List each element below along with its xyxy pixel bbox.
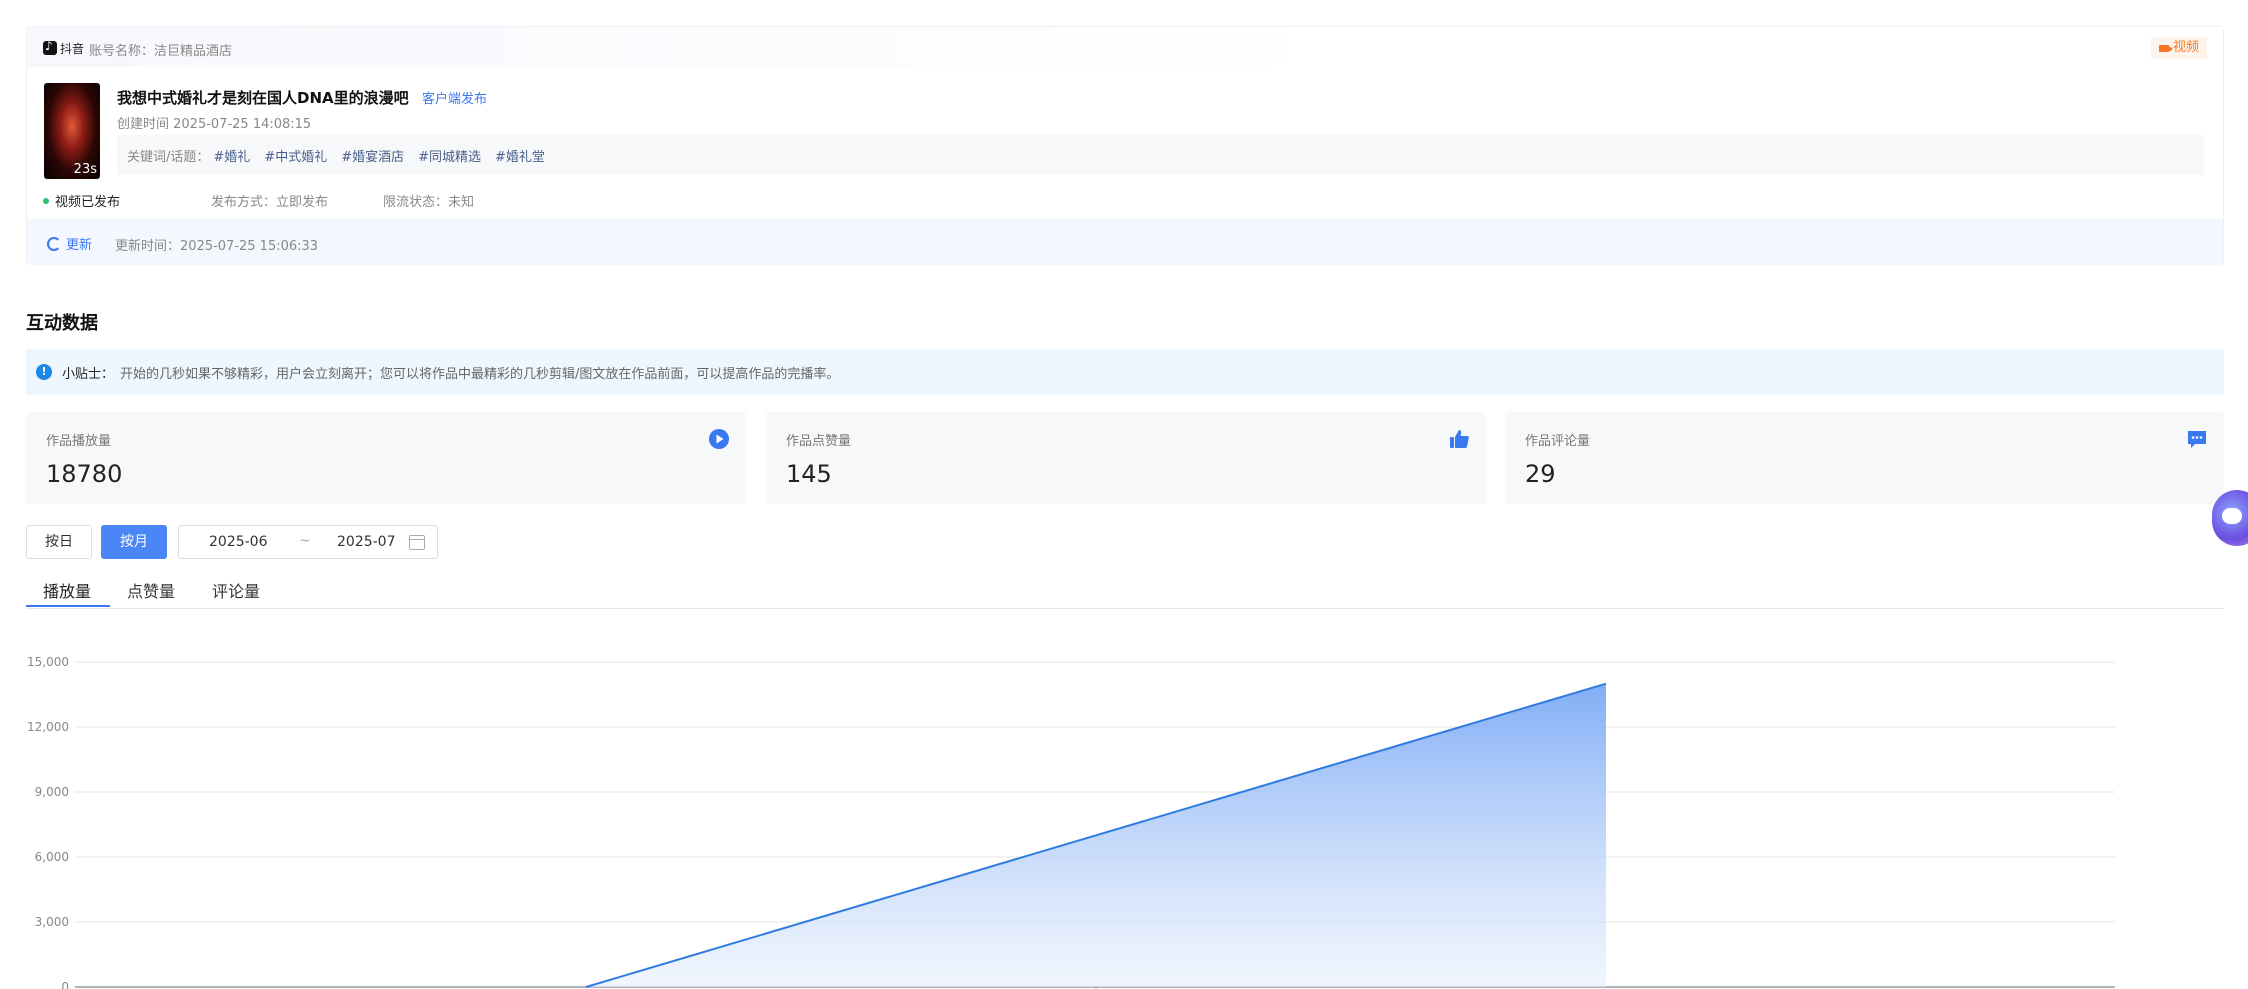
stat-value: 29 bbox=[1525, 460, 1556, 488]
y-tick-label: 6,000 bbox=[35, 850, 69, 864]
platform-label: 抖音 bbox=[43, 39, 84, 57]
douyin-icon bbox=[43, 39, 57, 55]
range-end[interactable]: 2025-07 bbox=[337, 534, 396, 550]
stat-name: 作品评论量 bbox=[1525, 434, 1591, 449]
stat-card-likes: 作品点赞量 145 bbox=[766, 412, 1486, 504]
y-tick-label: 12,000 bbox=[27, 720, 69, 734]
limit-status: 限流状态：未知 bbox=[383, 195, 475, 210]
status-dot-icon bbox=[43, 197, 49, 204]
section-title: 互动数据 bbox=[26, 313, 98, 334]
video-duration: 23s bbox=[73, 162, 97, 177]
metric-tabs: 播放量 点赞量 评论量 bbox=[26, 574, 2224, 609]
keyword-tag[interactable]: #同城精选 bbox=[418, 146, 481, 165]
tip-text: 开始的几秒如果不够精彩，用户会立刻离开；您可以将作品中最精彩的几秒剪辑/图文放在… bbox=[120, 366, 840, 382]
info-icon: ! bbox=[36, 364, 52, 380]
y-tick-label: 3,000 bbox=[35, 915, 69, 929]
stat-name: 作品点赞量 bbox=[786, 434, 852, 449]
y-tick-label: 15,000 bbox=[27, 655, 69, 669]
by-day-button[interactable]: 按日 bbox=[26, 525, 92, 559]
calendar-icon bbox=[409, 535, 425, 550]
keyword-tag[interactable]: #婚宴酒店 bbox=[341, 146, 404, 165]
publish-source: 客户端发布 bbox=[422, 92, 488, 107]
platform-name: 抖音 bbox=[60, 41, 85, 56]
y-tick-label: 0 bbox=[61, 980, 69, 989]
tab-comments[interactable]: 评论量 bbox=[212, 578, 260, 608]
video-type-badge: 视频 bbox=[2150, 37, 2207, 59]
created-time: 创建时间 2025-07-25 14:08:15 bbox=[117, 117, 312, 132]
range-separator: ~ bbox=[299, 533, 311, 549]
tip-banner: ! 小贴士： 开始的几秒如果不够精彩，用户会立刻离开；您可以将作品中最精彩的几秒… bbox=[26, 349, 2224, 395]
keyword-tag[interactable]: #中式婚礼 bbox=[264, 146, 327, 165]
keyword-tag[interactable]: #婚礼堂 bbox=[495, 146, 545, 165]
refresh-icon bbox=[47, 236, 61, 251]
month-range-picker[interactable]: 2025-06 ~ 2025-07 bbox=[178, 525, 438, 559]
account-name: 账号名称：洁巨精品酒店 bbox=[89, 44, 233, 59]
thumbs-up-icon bbox=[1450, 430, 1469, 448]
video-card: 抖音 账号名称：洁巨精品酒店 视频 23s 我想中式婚礼才是刻在国人DNA里的浪… bbox=[26, 26, 2224, 265]
stat-card-comments: 作品评论量 29 bbox=[1505, 412, 2224, 504]
plays-area-chart: 15,000 12,000 9,000 6,000 3,000 0 bbox=[27, 655, 2115, 989]
refresh-button[interactable]: 更新 bbox=[47, 234, 92, 253]
active-tab-indicator bbox=[26, 605, 110, 607]
stat-value: 18780 bbox=[46, 460, 123, 488]
keyword-tag[interactable]: #婚礼 bbox=[213, 146, 250, 165]
card-header: 抖音 账号名称：洁巨精品酒店 视频 bbox=[27, 27, 2223, 67]
range-start[interactable]: 2025-06 bbox=[209, 534, 268, 550]
updated-time: 更新时间：2025-07-25 15:06:33 bbox=[115, 239, 319, 254]
refresh-label: 更新 bbox=[66, 238, 93, 253]
tab-likes[interactable]: 点赞量 bbox=[127, 578, 175, 608]
video-type-label: 视频 bbox=[2172, 40, 2199, 55]
assistant-bot-icon[interactable] bbox=[2212, 490, 2248, 546]
keywords-label: 关键词/话题： bbox=[127, 149, 210, 165]
stat-card-plays: 作品播放量 18780 bbox=[26, 412, 746, 504]
publish-method: 发布方式：立即发布 bbox=[211, 195, 329, 210]
play-icon bbox=[709, 429, 729, 449]
video-title[interactable]: 我想中式婚礼才是刻在国人DNA里的浪漫吧 bbox=[117, 87, 409, 108]
status-text: 视频已发布 bbox=[55, 195, 121, 210]
tab-plays[interactable]: 播放量 bbox=[43, 578, 91, 608]
y-tick-label: 9,000 bbox=[35, 785, 69, 799]
tip-label: 小贴士： bbox=[62, 366, 115, 382]
comment-icon bbox=[2188, 431, 2206, 448]
stat-value: 145 bbox=[786, 460, 832, 488]
by-month-button[interactable]: 按月 bbox=[101, 525, 167, 559]
publish-status: 视频已发布 bbox=[43, 191, 120, 210]
video-camera-icon bbox=[2158, 44, 2173, 52]
card-footer: 更新 更新时间：2025-07-25 15:06:33 bbox=[27, 219, 2223, 265]
video-thumbnail[interactable]: 23s bbox=[44, 83, 100, 179]
keywords-bar: 关键词/话题： #婚礼 #中式婚礼 #婚宴酒店 #同城精选 #婚礼堂 bbox=[117, 135, 2204, 175]
stat-name: 作品播放量 bbox=[46, 434, 112, 449]
